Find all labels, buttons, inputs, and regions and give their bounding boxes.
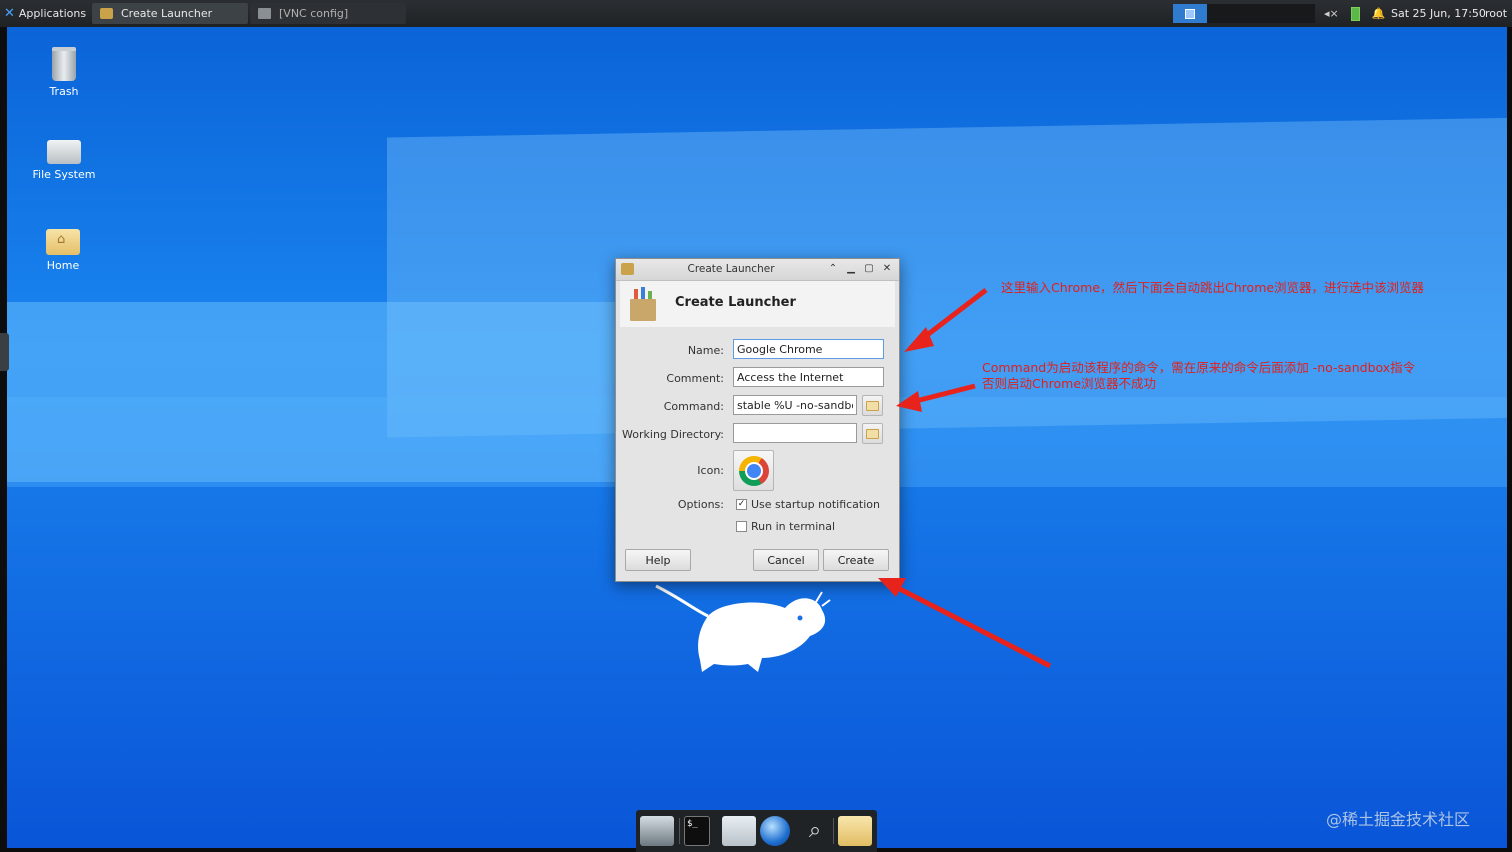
annotation-name-hint: 这里输入Chrome，然后下面会自动跳出Chrome浏览器，进行选中该浏览器 — [1001, 280, 1425, 295]
window-icon — [258, 8, 271, 19]
applications-menu[interactable]: ✕ Applications — [4, 0, 86, 27]
taskbar-item-label: [VNC config] — [279, 7, 349, 20]
create-button[interactable]: Create — [823, 549, 889, 571]
drive-icon — [47, 140, 81, 164]
comment-input[interactable] — [733, 367, 884, 387]
wallpaper-band — [7, 302, 707, 482]
dock-separator — [833, 818, 834, 844]
annotation-command-hint-line2: 否则启动Chrome浏览器不成功 — [982, 376, 1157, 391]
applications-label: Applications — [18, 7, 87, 20]
side-panel-handle[interactable] — [0, 333, 9, 371]
launcher-icon — [100, 8, 113, 19]
clock[interactable]: Sat 25 Jun, 17:50 — [1391, 0, 1486, 27]
chrome-icon — [738, 455, 769, 486]
file-manager-icon[interactable] — [722, 816, 756, 846]
maximize-icon[interactable]: ▢ — [862, 262, 876, 276]
top-panel: ✕ Applications Create Launcher [VNC conf… — [0, 0, 1512, 27]
notification-bell-icon[interactable]: 🔔 — [1372, 7, 1386, 20]
desktop-icon-home[interactable]: Home — [13, 229, 113, 272]
name-input[interactable] — [733, 339, 884, 359]
app-finder-icon[interactable]: ⌕ — [798, 816, 832, 846]
run-in-terminal-checkbox[interactable]: Run in terminal — [736, 520, 835, 533]
folder-icon[interactable] — [838, 816, 872, 846]
user-menu[interactable]: root — [1485, 0, 1507, 27]
workspace-icon — [1185, 8, 1195, 19]
checkbox-label: Use startup notification — [751, 498, 880, 511]
folder-icon — [866, 428, 879, 439]
close-icon[interactable]: ✕ — [880, 262, 894, 276]
taskbar-item-create-launcher[interactable]: Create Launcher — [92, 3, 248, 24]
bottom-dock: $_ ⌕ — [636, 810, 877, 852]
dialog-heading: Create Launcher — [675, 295, 796, 310]
dock-separator — [679, 818, 680, 844]
terminal-icon[interactable]: $_ — [684, 816, 710, 846]
trash-icon — [52, 47, 76, 81]
desktop-icon-file-system[interactable]: File System — [14, 140, 114, 181]
checkbox-unchecked-icon[interactable] — [736, 521, 747, 532]
icon-picker-button[interactable] — [733, 450, 774, 491]
battery-icon[interactable] — [1350, 6, 1360, 21]
options-label: Options: — [677, 498, 724, 511]
show-desktop-icon[interactable] — [640, 816, 674, 846]
roll-up-icon[interactable]: ⌃ — [826, 262, 840, 276]
working-directory-browse-button[interactable] — [862, 423, 883, 444]
checkbox-checked-icon[interactable]: ✓ — [736, 499, 747, 510]
working-directory-input[interactable] — [733, 423, 857, 443]
desktop-icon-label: Trash — [49, 85, 79, 98]
launcher-box-icon — [628, 287, 658, 321]
workspace-area[interactable] — [1207, 4, 1315, 23]
help-button[interactable]: Help — [625, 549, 691, 571]
xfce-logo-icon: ✕ — [4, 6, 15, 21]
workspace-switcher[interactable] — [1173, 4, 1207, 23]
taskbar-item-vnc-config[interactable]: [VNC config] — [250, 3, 406, 24]
watermark: @稀土掘金技术社区 — [1326, 810, 1471, 829]
home-folder-icon — [46, 229, 80, 255]
command-label: Command: — [663, 400, 724, 413]
folder-icon — [866, 400, 879, 411]
icon-label: Icon: — [697, 464, 724, 477]
desktop-icon-label: File System — [32, 168, 96, 181]
command-browse-button[interactable] — [862, 395, 883, 416]
checkbox-label: Run in terminal — [751, 520, 836, 533]
window-title: Create Launcher — [687, 263, 775, 275]
create-launcher-dialog: Create Launcher ⌃ ▁ ▢ ✕ Create Launcher … — [615, 258, 900, 582]
dialog-titlebar[interactable]: Create Launcher ⌃ ▁ ▢ ✕ — [616, 259, 899, 281]
system-tray: ◂× 🔔 — [1324, 0, 1385, 27]
name-label: Name: — [687, 344, 724, 357]
working-directory-label: Working Directory: — [622, 428, 724, 441]
desktop-icon-trash[interactable]: Trash — [14, 47, 114, 98]
volume-icon[interactable]: ◂× — [1324, 7, 1339, 20]
dialog-header: Create Launcher — [620, 281, 895, 327]
cancel-button[interactable]: Cancel — [753, 549, 819, 571]
taskbar-item-label: Create Launcher — [121, 7, 213, 20]
desktop-icon-label: Home — [46, 259, 80, 272]
command-input[interactable] — [733, 395, 857, 415]
web-browser-icon[interactable] — [760, 816, 790, 846]
startup-notification-checkbox[interactable]: ✓ Use startup notification — [736, 498, 880, 511]
comment-label: Comment: — [666, 372, 724, 385]
xfce-mouse-mascot — [655, 584, 831, 672]
minimize-icon[interactable]: ▁ — [844, 262, 858, 276]
